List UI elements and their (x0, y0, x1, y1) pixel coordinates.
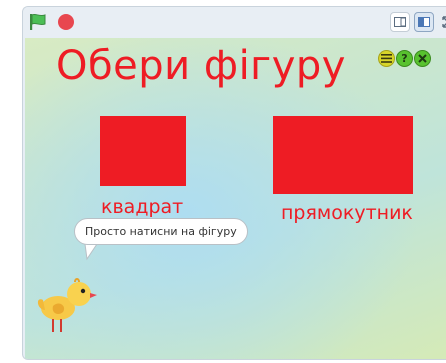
close-button[interactable] (414, 50, 431, 67)
fullscreen-button[interactable] (438, 12, 446, 32)
stage-window: Обери фігуру ? квадрат прямокутник Прост… (22, 6, 446, 360)
square-shape[interactable] (100, 116, 186, 186)
chick-sprite[interactable] (33, 270, 103, 340)
large-stage-icon (418, 17, 430, 27)
large-stage-button[interactable] (414, 12, 434, 32)
green-flag-icon (30, 13, 46, 30)
stop-button[interactable] (58, 14, 74, 30)
small-stage-icon (394, 17, 406, 27)
help-icon: ? (401, 52, 408, 65)
speech-bubble: Просто натисни на фігуру (74, 218, 248, 245)
stage-title: Обери фігуру (56, 43, 346, 89)
small-stage-button[interactable] (390, 12, 410, 32)
menu-button[interactable] (378, 50, 395, 67)
menu-lines-icon (381, 54, 392, 63)
square-label: квадрат (101, 196, 184, 218)
stage-canvas[interactable]: Обери фігуру ? квадрат прямокутник Прост… (25, 38, 446, 359)
speech-bubble-tail (84, 243, 98, 261)
help-button[interactable]: ? (396, 50, 413, 67)
fullscreen-icon (442, 16, 446, 28)
stage-toolbar (23, 7, 446, 37)
close-icon (418, 54, 427, 63)
green-flag-button[interactable] (28, 13, 48, 31)
rectangle-label: прямокутник (281, 202, 413, 224)
rectangle-shape[interactable] (273, 116, 413, 194)
